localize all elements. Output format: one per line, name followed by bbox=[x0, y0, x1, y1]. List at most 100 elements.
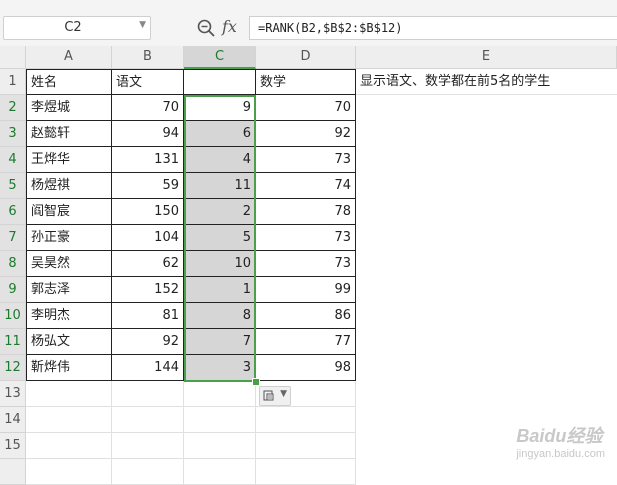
cell-chinese[interactable]: 131 bbox=[112, 147, 184, 173]
cell-math[interactable]: 70 bbox=[256, 95, 356, 121]
cell-rank[interactable]: 7 bbox=[184, 329, 256, 355]
cell-chinese[interactable]: 81 bbox=[112, 303, 184, 329]
cell-name[interactable]: 孙正豪 bbox=[26, 225, 112, 251]
cell-rank[interactable]: 1 bbox=[184, 277, 256, 303]
fill-handle[interactable] bbox=[252, 378, 260, 386]
paste-options-button[interactable]: ▼ bbox=[259, 386, 291, 406]
cell-d1[interactable]: 数学 bbox=[256, 69, 356, 95]
cell-name[interactable]: 李明杰 bbox=[26, 303, 112, 329]
cell-empty[interactable] bbox=[26, 459, 112, 485]
row-header-6[interactable]: 6 bbox=[0, 199, 26, 225]
cell-chinese[interactable]: 144 bbox=[112, 355, 184, 381]
row-header-8[interactable]: 8 bbox=[0, 251, 26, 277]
cell-math[interactable]: 77 bbox=[256, 329, 356, 355]
cell-empty[interactable] bbox=[112, 433, 184, 459]
cell-rank[interactable]: 4 bbox=[184, 147, 256, 173]
row-header-15[interactable]: 15 bbox=[0, 433, 26, 459]
cell-name[interactable]: 王烨华 bbox=[26, 147, 112, 173]
row-header-7[interactable]: 7 bbox=[0, 225, 26, 251]
chevron-down-icon: ▼ bbox=[280, 389, 287, 399]
cell-c1[interactable] bbox=[184, 69, 256, 95]
cell-name[interactable]: 吴昊然 bbox=[26, 251, 112, 277]
cell-name[interactable]: 郭志泽 bbox=[26, 277, 112, 303]
row-header-13[interactable]: 13 bbox=[0, 381, 26, 407]
formula-bar: C2 ▼ fx =RANK(B2,$B$2:$B$12) bbox=[0, 0, 617, 47]
column-header-d[interactable]: D bbox=[256, 46, 356, 69]
cell-empty[interactable] bbox=[112, 459, 184, 485]
cell-rank[interactable]: 6 bbox=[184, 121, 256, 147]
cell-math[interactable]: 98 bbox=[256, 355, 356, 381]
cell-math[interactable]: 99 bbox=[256, 277, 356, 303]
cell-rank[interactable]: 5 bbox=[184, 225, 256, 251]
cell-empty[interactable] bbox=[26, 381, 112, 407]
cell-a1[interactable]: 姓名 bbox=[26, 69, 112, 95]
cell-empty[interactable] bbox=[26, 407, 112, 433]
row-header-2[interactable]: 2 bbox=[0, 95, 26, 121]
cell-rank[interactable]: 2 bbox=[184, 199, 256, 225]
function-icon[interactable]: fx bbox=[222, 17, 237, 36]
cell-name[interactable]: 杨弘文 bbox=[26, 329, 112, 355]
cell-empty[interactable] bbox=[26, 433, 112, 459]
cell-name[interactable]: 靳烨伟 bbox=[26, 355, 112, 381]
cell-math[interactable]: 74 bbox=[256, 173, 356, 199]
row-header-5[interactable]: 5 bbox=[0, 173, 26, 199]
cell-chinese[interactable]: 92 bbox=[112, 329, 184, 355]
cell-math[interactable]: 73 bbox=[256, 251, 356, 277]
column-header-b[interactable]: B bbox=[112, 46, 184, 69]
cell-chinese[interactable]: 104 bbox=[112, 225, 184, 251]
cell-chinese[interactable]: 70 bbox=[112, 95, 184, 121]
watermark: Baidu经验 jingyan.baidu.com bbox=[516, 422, 605, 460]
column-header-a[interactable]: A bbox=[26, 46, 112, 69]
row-header-10[interactable]: 10 bbox=[0, 303, 26, 329]
cell-empty[interactable] bbox=[184, 407, 256, 433]
column-header-e[interactable]: E bbox=[356, 46, 617, 69]
cell-chinese[interactable]: 59 bbox=[112, 173, 184, 199]
formula-text: =RANK(B2,$B$2:$B$12) bbox=[258, 21, 403, 35]
cell-empty[interactable] bbox=[184, 433, 256, 459]
spreadsheet-grid: A B C D E 1 2 3 4 5 6 7 8 9 10 11 12 13 … bbox=[0, 46, 617, 485]
cell-math[interactable]: 73 bbox=[256, 225, 356, 251]
watermark-line2: jingyan.baidu.com bbox=[516, 448, 605, 460]
cell-empty[interactable] bbox=[112, 381, 184, 407]
cell-rank[interactable]: 8 bbox=[184, 303, 256, 329]
chevron-down-icon[interactable]: ▼ bbox=[139, 20, 146, 30]
cell-e1[interactable]: 显示语文、数学都在前5名的学生 bbox=[356, 69, 617, 95]
row-header-11[interactable]: 11 bbox=[0, 329, 26, 355]
name-box-value: C2 bbox=[64, 20, 82, 35]
cell-name[interactable]: 阎智宸 bbox=[26, 199, 112, 225]
zoom-icon[interactable] bbox=[196, 18, 216, 38]
row-header-9[interactable]: 9 bbox=[0, 277, 26, 303]
cell-chinese[interactable]: 62 bbox=[112, 251, 184, 277]
row-header-1[interactable]: 1 bbox=[0, 69, 26, 95]
cell-empty[interactable] bbox=[256, 407, 356, 433]
cell-rank[interactable]: 9 bbox=[184, 95, 256, 121]
cell-rank[interactable]: 10 bbox=[184, 251, 256, 277]
cell-empty[interactable] bbox=[256, 433, 356, 459]
cell-b1[interactable]: 语文 bbox=[112, 69, 184, 95]
column-header-c[interactable]: C bbox=[184, 46, 256, 69]
cell-empty[interactable] bbox=[256, 459, 356, 485]
row-header-14[interactable]: 14 bbox=[0, 407, 26, 433]
row-header-partial bbox=[0, 459, 26, 485]
cell-rank[interactable]: 11 bbox=[184, 173, 256, 199]
name-box[interactable]: C2 ▼ bbox=[3, 16, 151, 40]
row-header-4[interactable]: 4 bbox=[0, 147, 26, 173]
cell-math[interactable]: 92 bbox=[256, 121, 356, 147]
cell-name[interactable]: 李煜城 bbox=[26, 95, 112, 121]
cell-name[interactable]: 赵懿轩 bbox=[26, 121, 112, 147]
cell-math[interactable]: 73 bbox=[256, 147, 356, 173]
cell-empty[interactable] bbox=[184, 459, 256, 485]
cell-empty[interactable] bbox=[184, 381, 256, 407]
cell-chinese[interactable]: 94 bbox=[112, 121, 184, 147]
select-all-corner[interactable] bbox=[0, 46, 26, 69]
cell-math[interactable]: 78 bbox=[256, 199, 356, 225]
row-header-12[interactable]: 12 bbox=[0, 355, 26, 381]
row-header-3[interactable]: 3 bbox=[0, 121, 26, 147]
cell-math[interactable]: 86 bbox=[256, 303, 356, 329]
cell-rank[interactable]: 3 bbox=[184, 355, 256, 381]
cell-empty[interactable] bbox=[112, 407, 184, 433]
cell-name[interactable]: 杨煜祺 bbox=[26, 173, 112, 199]
formula-input[interactable]: =RANK(B2,$B$2:$B$12) bbox=[249, 16, 617, 40]
cell-chinese[interactable]: 152 bbox=[112, 277, 184, 303]
cell-chinese[interactable]: 150 bbox=[112, 199, 184, 225]
